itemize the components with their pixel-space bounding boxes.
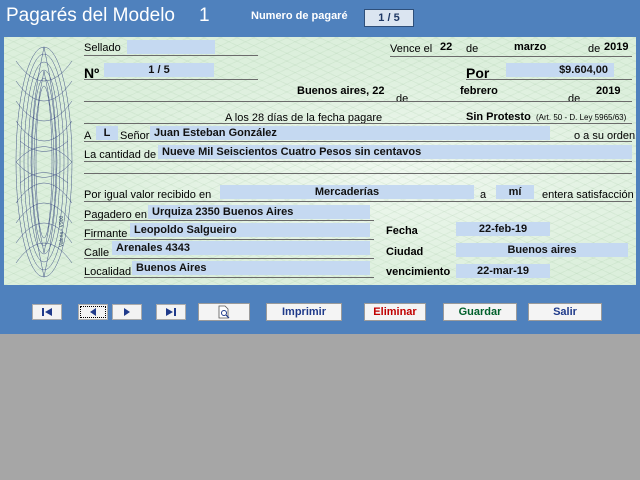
print-preview-button[interactable] (198, 303, 250, 321)
note-number-label: Numero de pagaré (251, 10, 348, 22)
amount-words-field[interactable]: Nueve Mil Seiscientos Cuatro Pesos sin c… (158, 145, 632, 159)
next-record-button[interactable] (112, 304, 142, 320)
valor-field[interactable]: Mercaderías (220, 185, 474, 199)
save-button[interactable]: Guardar (443, 303, 517, 321)
previous-record-icon (90, 308, 96, 316)
next-record-icon (124, 308, 130, 316)
calle-underline (84, 258, 374, 259)
guilloche-ornament (15, 46, 73, 278)
first-record-icon (42, 308, 52, 316)
a-field[interactable]: L (96, 126, 118, 140)
no-underline (84, 79, 258, 80)
fecha-field[interactable]: 22-feb-19 (456, 222, 550, 236)
satisfaccion-text: entera satisfacción (542, 189, 634, 201)
pagadero-underline (84, 220, 374, 221)
vence-day[interactable]: 22 (440, 41, 452, 53)
previous-record-button[interactable] (78, 304, 108, 320)
fecha-label: Fecha (386, 225, 418, 237)
exit-button[interactable]: Salir (528, 303, 602, 321)
days-underline (84, 123, 632, 124)
serial-code: Valeria - V900 (59, 215, 65, 247)
first-record-button[interactable] (32, 304, 62, 320)
calle-field[interactable]: Arenales 4343 (112, 241, 370, 255)
form-title: Pagarés del Modelo (6, 5, 175, 26)
print-button[interactable]: Imprimir (266, 303, 342, 321)
de-label-3: de (396, 93, 409, 105)
last-record-icon (166, 308, 176, 316)
empty-background (0, 334, 640, 480)
issue-year[interactable]: 2019 (596, 85, 620, 97)
firmante-field[interactable]: Leopoldo Salgueiro (130, 223, 370, 237)
toolbar: Imprimir Eliminar Guardar Salir (4, 294, 636, 328)
vence-underline (390, 56, 632, 57)
ciudad-field[interactable]: Buenos aires (456, 243, 628, 257)
valor-underline (84, 201, 632, 202)
form-window: Pagarés del Modelo 1 Numero de pagaré 1 … (0, 0, 640, 334)
vencimiento-label: vencimiento (386, 266, 451, 278)
pagadero-field[interactable]: Urquiza 2350 Buenos Aires (148, 205, 370, 219)
sellado-label: Sellado (84, 42, 121, 54)
cantidad-label: La cantidad de (84, 149, 157, 161)
firmante-underline (84, 239, 374, 240)
localidad-underline (84, 277, 374, 278)
place-date[interactable]: Buenos aires, 22 (297, 85, 384, 97)
ley-text: (Art. 50 - D. Ley 5965/63) (536, 113, 627, 122)
sellado-underline (84, 55, 258, 56)
vence-month[interactable]: marzo (514, 41, 546, 53)
issue-month[interactable]: febrero (460, 85, 498, 97)
sellado-field[interactable] (127, 40, 215, 54)
de-label-1: de (466, 43, 479, 55)
amount-field[interactable]: $9.604,00 (506, 63, 614, 77)
note-number-field[interactable]: 1 / 5 (364, 9, 414, 27)
print-preview-icon (218, 305, 230, 319)
mi-field[interactable]: mí (496, 185, 534, 199)
cantidad-underline-1 (84, 161, 632, 162)
a-label-2: a (480, 189, 487, 201)
no-field[interactable]: 1 / 5 (104, 63, 214, 77)
vence-year[interactable]: 2019 (604, 41, 628, 53)
cantidad-underline-2 (84, 173, 632, 174)
valor-label: Por igual valor recibido en (84, 189, 212, 201)
last-record-button[interactable] (156, 304, 186, 320)
promissory-note: Valeria - V900 Sellado Vence el 22 de ma… (4, 37, 636, 285)
payee-field[interactable]: Juan Esteban González (150, 126, 550, 140)
delete-button[interactable]: Eliminar (364, 303, 426, 321)
vence-label: Vence el (390, 43, 433, 55)
de-label-2: de (588, 43, 601, 55)
amount-underline (466, 79, 632, 80)
ciudad-label: Ciudad (386, 246, 424, 258)
place-underline (84, 101, 632, 102)
localidad-field[interactable]: Buenos Aires (132, 261, 370, 275)
sin-protesto-label: Sin Protesto (466, 111, 531, 123)
de-label-4: de (568, 93, 581, 105)
model-number: 1 (199, 5, 210, 26)
payee-underline (84, 141, 632, 142)
vencimiento-field[interactable]: 22-mar-19 (456, 264, 550, 278)
